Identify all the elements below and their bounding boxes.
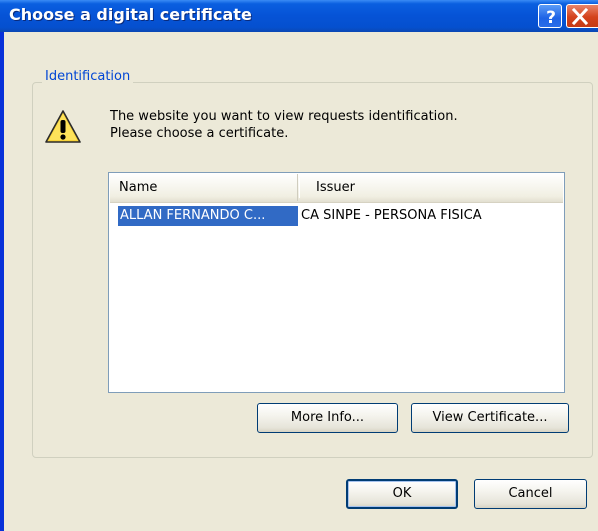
list-item[interactable]: ALLAN FERNANDO C... CA SINPE - PERSONA F…: [110, 206, 563, 226]
close-button[interactable]: [566, 4, 598, 28]
message-line: The website you want to view requests id…: [110, 109, 458, 124]
close-icon: [571, 7, 589, 26]
ok-button[interactable]: OK: [346, 479, 458, 509]
list-header: Name Issuer: [110, 174, 563, 203]
cancel-button[interactable]: Cancel: [474, 479, 587, 509]
certificate-list[interactable]: Name Issuer ALLAN FERNANDO C... CA SINPE…: [108, 172, 565, 393]
title-bar[interactable]: Choose a digital certificate ?: [0, 0, 598, 32]
window-title: Choose a digital certificate: [9, 5, 252, 24]
group-legend: Identification: [42, 69, 134, 84]
help-button[interactable]: ?: [538, 4, 562, 28]
message-line: Please choose a certificate.: [110, 126, 289, 141]
certificate-name-cell[interactable]: ALLAN FERNANDO C...: [118, 206, 298, 226]
instruction-message: The website you want to view requests id…: [110, 108, 570, 142]
column-header-name[interactable]: Name: [110, 174, 298, 201]
help-icon: ?: [546, 8, 556, 28]
more-info-button[interactable]: More Info...: [257, 403, 398, 433]
window-frame: [0, 32, 4, 531]
svg-text:?: ?: [546, 8, 556, 28]
warning-icon: [45, 110, 81, 143]
column-header-issuer[interactable]: Issuer: [298, 174, 563, 201]
certificate-issuer-cell[interactable]: CA SINPE - PERSONA FISICA: [301, 206, 482, 226]
view-certificate-button[interactable]: View Certificate...: [411, 403, 569, 433]
